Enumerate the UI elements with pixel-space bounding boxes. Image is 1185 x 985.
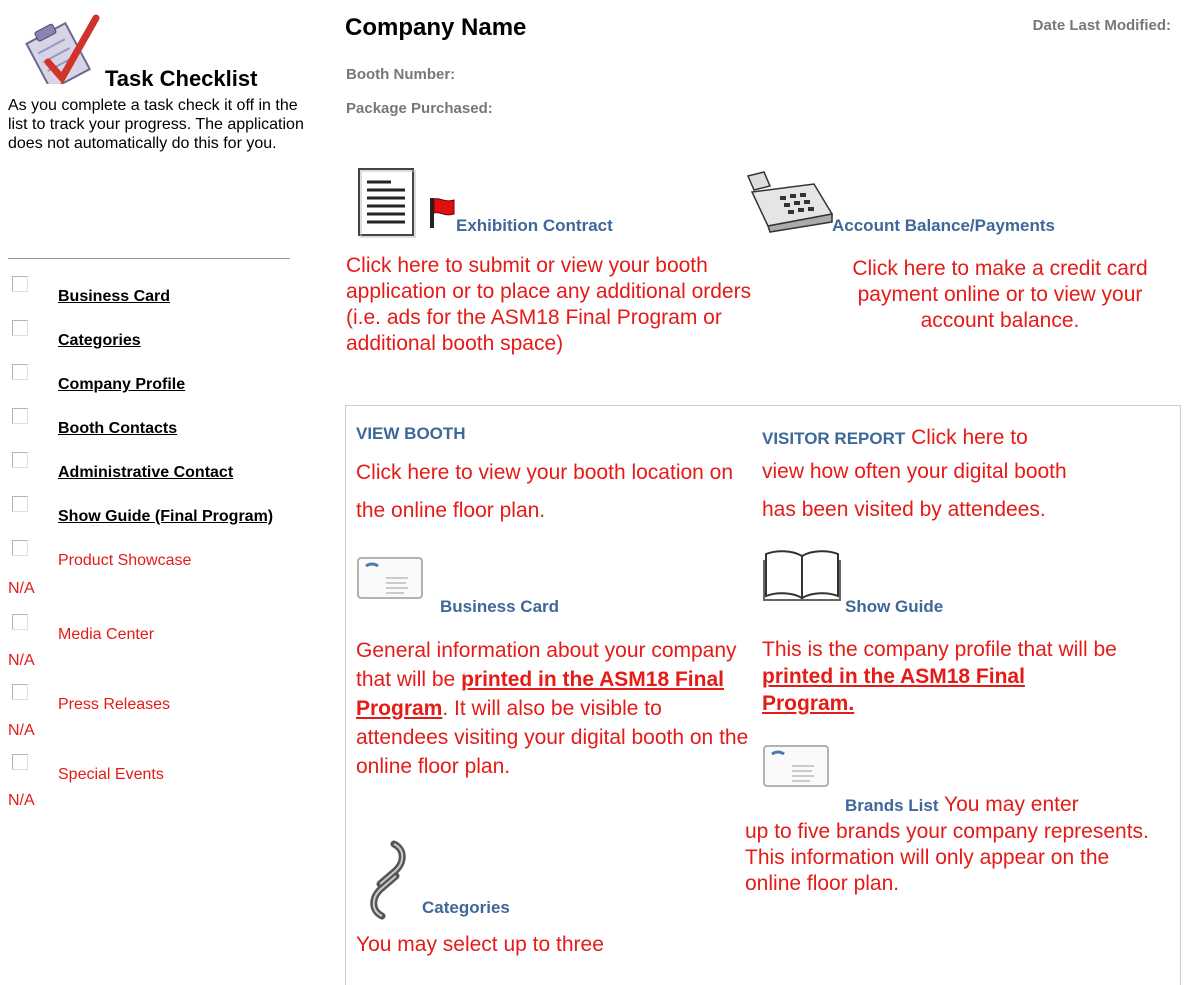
task-link-administrative-contact[interactable]: Administrative Contact [58,464,233,482]
visitor-report-text[interactable]: view how often your digital booth has be… [762,453,1092,529]
task-checkbox-show-guide[interactable] [12,496,28,512]
booth-number-label: Booth Number: [346,66,456,83]
task-label-product-showcase: Product Showcase [58,552,192,569]
task-link-business-card[interactable]: Business Card [58,288,170,306]
account-balance-text[interactable]: Click here to make a credit card payment… [830,256,1170,334]
package-purchased-label: Package Purchased: [346,100,493,117]
task-label-press-releases: Press Releases [58,696,171,713]
visitor-report-block[interactable]: VISITOR REPORT Click here to view how of… [762,424,1162,529]
document-icon[interactable] [356,166,416,238]
task-link-booth-contacts[interactable]: Booth Contacts [58,420,177,438]
brands-list-text[interactable]: up to five brands your company represent… [745,819,1165,897]
task-status-special-events: N/A [8,792,35,809]
show-guide-printed-link[interactable]: printed in the ASM18 Final Program. [762,665,1025,715]
red-flag-icon [428,196,456,228]
view-booth-heading[interactable]: VIEW BOOTH [356,424,466,444]
task-label-special-events: Special Events [58,766,164,783]
divider [8,258,290,259]
business-card-heading[interactable]: Business Card [440,597,559,617]
task-label-media-center: Media Center [58,626,155,643]
task-checkbox-company-profile[interactable] [12,364,28,380]
chain-link-icon[interactable] [364,838,412,922]
brands-list-heading[interactable]: Brands List [845,796,939,815]
task-checkbox-categories[interactable] [12,320,28,336]
view-booth-text[interactable]: Click here to view your booth location o… [356,454,746,530]
show-guide-heading[interactable]: Show Guide [845,597,943,617]
exhibition-contract-heading[interactable]: Exhibition Contract [456,216,613,236]
checklist-description: As you complete a task check it off in t… [8,97,304,152]
business-card-text[interactable]: General information about your company t… [356,636,756,781]
task-checkbox-administrative-contact[interactable] [12,452,28,468]
task-status-product-showcase: N/A [8,580,35,597]
business-card-icon[interactable] [762,744,832,790]
task-status-press-releases: N/A [8,722,35,739]
categories-heading[interactable]: Categories [422,898,510,918]
task-link-show-guide[interactable]: Show Guide (Final Program) [58,508,273,526]
exhibition-contract-text[interactable]: Click here to submit or view your booth … [346,253,764,357]
business-card-icon[interactable] [356,556,426,602]
task-checkbox-business-card[interactable] [12,276,28,292]
show-guide-text[interactable]: This is the company profile that will be… [762,636,1122,717]
categories-text[interactable]: You may select up to three [356,932,746,958]
task-status-media-center: N/A [8,652,35,669]
company-name: Company Name [345,14,527,41]
visitor-report-text-line1[interactable]: Click here to [911,426,1028,449]
clipboard-check-icon [18,12,100,92]
checklist-title: Task Checklist [105,66,258,91]
cash-register-icon[interactable] [744,170,834,234]
brands-list-text-line1[interactable]: You may enter [944,793,1079,816]
task-checkbox-booth-contacts[interactable] [12,408,28,424]
task-checkbox-product-showcase[interactable] [12,540,28,556]
task-checkbox-press-releases[interactable] [12,684,28,700]
task-link-categories[interactable]: Categories [58,332,141,350]
brands-list-block[interactable]: Brands List You may enter up to five bra… [745,792,1165,897]
date-last-modified-label: Date Last Modified: [1032,17,1171,34]
task-checkbox-media-center[interactable] [12,614,28,630]
task-link-company-profile[interactable]: Company Profile [58,376,185,394]
visitor-report-heading[interactable]: VISITOR REPORT [762,429,905,448]
account-balance-heading[interactable]: Account Balance/Payments [832,216,1055,236]
open-book-icon[interactable] [762,546,842,602]
task-checkbox-special-events[interactable] [12,754,28,770]
